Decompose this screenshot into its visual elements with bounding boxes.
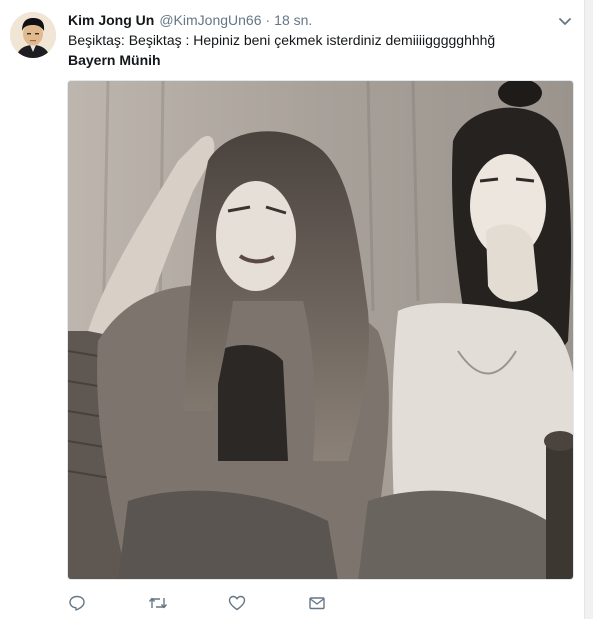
direct-message-button[interactable] bbox=[308, 592, 388, 614]
user-handle[interactable]: @KimJongUn66 bbox=[159, 12, 261, 28]
tweet-text-line-2: Bayern Münih bbox=[68, 52, 161, 68]
scrollbar[interactable] bbox=[584, 0, 593, 619]
tweet-card[interactable]: Kim Jong Un @KimJongUn66 · 18 sn. Beşikt… bbox=[0, 0, 585, 619]
tweet-timestamp[interactable]: 18 sn. bbox=[274, 12, 312, 28]
tweet-text-line-1: Beşiktaş: Beşiktaş : Hepiniz beni çekmek… bbox=[68, 32, 496, 48]
reply-icon bbox=[68, 594, 86, 612]
retweet-button[interactable] bbox=[148, 592, 228, 614]
chevron-down-icon[interactable] bbox=[556, 12, 574, 30]
tweet-actions bbox=[68, 592, 388, 614]
media-photo-illustration bbox=[68, 81, 573, 579]
envelope-icon bbox=[308, 594, 326, 612]
retweet-icon bbox=[148, 594, 168, 612]
tweet-header: Kim Jong Un @KimJongUn66 · 18 sn. bbox=[68, 10, 312, 30]
reply-button[interactable] bbox=[68, 592, 148, 614]
avatar[interactable] bbox=[10, 12, 56, 58]
like-button[interactable] bbox=[228, 592, 308, 614]
separator-dot: · bbox=[265, 12, 271, 28]
heart-icon bbox=[228, 594, 246, 612]
user-fullname[interactable]: Kim Jong Un bbox=[68, 12, 154, 28]
tweet-media-image[interactable] bbox=[67, 80, 574, 580]
